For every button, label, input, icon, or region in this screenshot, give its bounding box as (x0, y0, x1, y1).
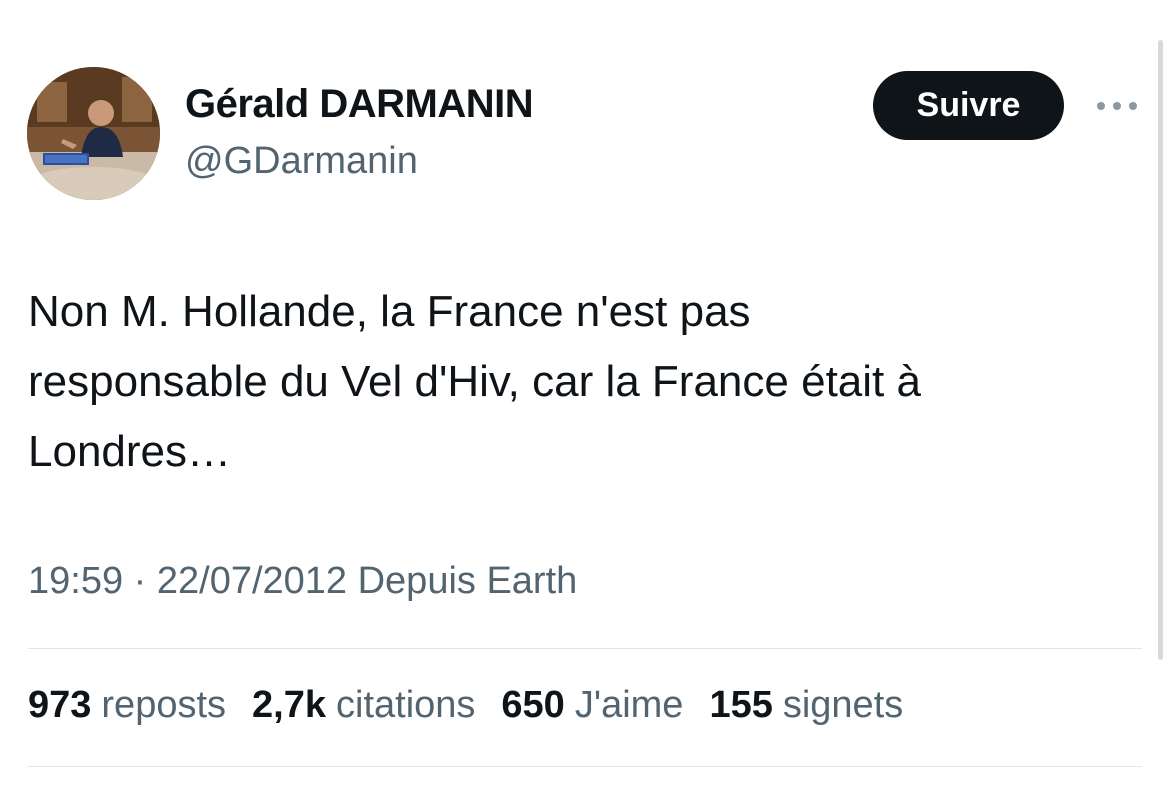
divider (28, 766, 1142, 767)
stat-likes[interactable]: 650 J'aime (501, 684, 683, 727)
stat-count: 2,7k (252, 684, 326, 726)
stat-count: 155 (709, 684, 773, 726)
author-handle[interactable]: @GDarmanin (185, 140, 418, 183)
stat-count: 973 (28, 684, 92, 726)
follow-button[interactable]: Suivre (873, 71, 1064, 140)
stat-quotes[interactable]: 2,7k citations (252, 684, 475, 727)
divider (28, 648, 1142, 649)
stat-bookmarks[interactable]: 155 signets (709, 684, 903, 727)
stat-label: reposts (101, 684, 227, 726)
avatar[interactable] (27, 67, 160, 200)
tweet-card: Gérald DARMANIN @GDarmanin Suivre Non M.… (0, 0, 1169, 804)
stat-count: 650 (501, 684, 565, 726)
tweet-text: Non M. Hollande, la France n'est pas res… (28, 287, 921, 476)
stat-label: signets (782, 684, 904, 726)
more-horizontal-icon (1097, 102, 1137, 110)
tweet-timestamp[interactable]: 19:59 · 22/07/2012 Depuis Earth (28, 560, 577, 603)
avatar-photo (27, 67, 160, 200)
author-display-name[interactable]: Gérald DARMANIN (185, 82, 534, 127)
scrollbar[interactable] (1158, 40, 1163, 660)
stat-label: citations (336, 684, 476, 726)
engagement-stats: 973 reposts 2,7k citations 650 J'aime 15… (28, 684, 903, 727)
stat-reposts[interactable]: 973 reposts (28, 684, 226, 727)
more-options-button[interactable] (1093, 92, 1141, 120)
stat-label: J'aime (574, 684, 684, 726)
